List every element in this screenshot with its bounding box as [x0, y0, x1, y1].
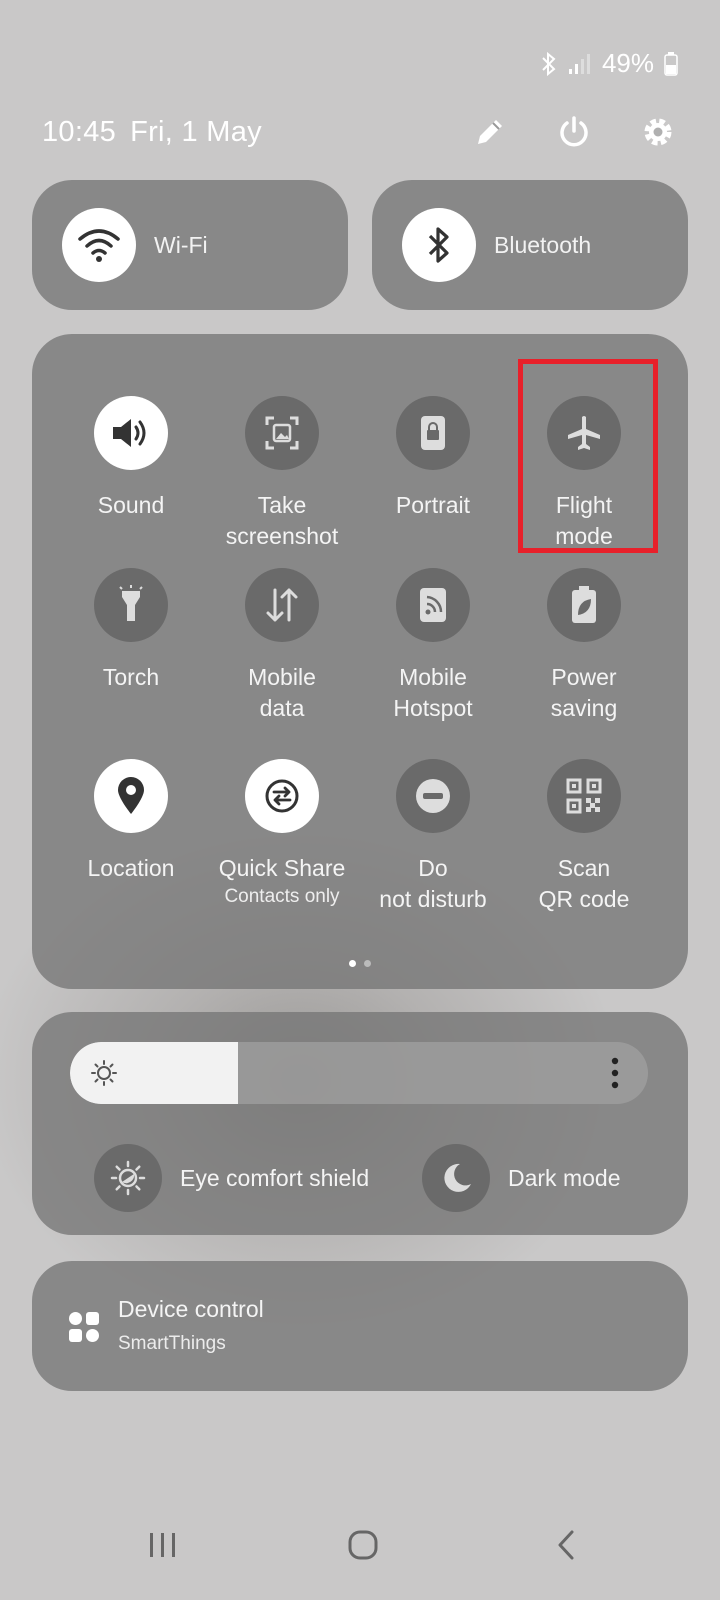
tile-label: Mobile Hotspot: [393, 664, 473, 721]
bluetooth-tile[interactable]: Bluetooth: [372, 180, 688, 310]
hotspot-icon: [396, 568, 470, 642]
back-icon[interactable]: [536, 1525, 596, 1565]
sun-icon: [90, 1059, 118, 1092]
device-control-card[interactable]: Device control SmartThings: [32, 1261, 688, 1391]
home-icon[interactable]: [333, 1525, 393, 1565]
power-icon[interactable]: [554, 112, 594, 152]
portrait-lock-icon: [396, 396, 470, 470]
quick-share-icon: [245, 759, 319, 833]
airplane-icon: [547, 396, 621, 470]
eye-comfort-icon: [94, 1144, 162, 1212]
tile-mobile-hotspot[interactable]: Mobile Hotspot: [358, 568, 508, 724]
tile-do-not-disturb[interactable]: Do not disturb: [358, 759, 508, 915]
wifi-icon: [62, 208, 136, 282]
sound-icon: [94, 396, 168, 470]
moon-icon: [422, 1144, 490, 1212]
battery-percent: 49%: [601, 48, 654, 78]
signal-icon: [568, 53, 592, 75]
tile-torch[interactable]: Torch: [56, 568, 206, 693]
smartthings-icon: [68, 1311, 100, 1348]
mobile-data-icon: [245, 568, 319, 642]
tile-sound[interactable]: Sound: [56, 396, 206, 521]
quick-settings-panel: Sound Take screenshot Portrait Flight mode…: [32, 334, 688, 989]
torch-icon: [94, 568, 168, 642]
recent-apps-icon[interactable]: [133, 1525, 193, 1565]
eye-comfort-label: Eye comfort shield: [180, 1164, 370, 1191]
clock-date: 10:45 Fri, 1 May: [42, 116, 276, 149]
device-control-title: Device control: [118, 1296, 264, 1322]
dark-mode-toggle[interactable]: Dark mode: [422, 1144, 620, 1212]
tile-label: Scan QR code: [538, 855, 630, 912]
page-dot: [364, 960, 371, 967]
edit-icon[interactable]: [470, 112, 510, 152]
tile-label: Power saving: [550, 664, 618, 721]
date-label: Fri, 1 May: [130, 116, 262, 148]
tile-label: Do not disturb: [379, 855, 487, 912]
bluetooth-icon: [540, 51, 558, 77]
qr-code-icon: [547, 759, 621, 833]
page-dot-active: [349, 960, 356, 967]
tile-label: Portrait: [395, 492, 471, 518]
tile-label: Sound: [97, 492, 165, 518]
tile-label: Take screenshot: [225, 492, 339, 549]
tile-mobile-data[interactable]: Mobile data: [207, 568, 357, 724]
battery-icon: [664, 51, 678, 76]
bluetooth-label: Bluetooth: [494, 231, 592, 258]
tile-flight-mode[interactable]: Flight mode: [509, 396, 659, 552]
more-options-icon[interactable]: [610, 1056, 620, 1095]
tile-scan-qr-code[interactable]: Scan QR code: [509, 759, 659, 915]
location-icon: [94, 759, 168, 833]
brightness-slider[interactable]: [70, 1042, 648, 1104]
tile-take-screenshot[interactable]: Take screenshot: [207, 396, 357, 552]
tile-portrait[interactable]: Portrait: [358, 396, 508, 521]
tile-label: Torch: [102, 664, 160, 690]
header-actions: [470, 112, 678, 152]
eye-comfort-shield-toggle[interactable]: Eye comfort shield: [94, 1144, 369, 1212]
dark-mode-label: Dark mode: [508, 1164, 621, 1191]
tile-power-saving[interactable]: Power saving: [509, 568, 659, 724]
tile-sublabel: Contacts only: [224, 886, 340, 907]
bluetooth-tile-icon: [402, 208, 476, 282]
wifi-tile[interactable]: Wi-Fi: [32, 180, 348, 310]
wifi-label: Wi-Fi: [154, 231, 208, 258]
navigation-bar: [0, 1490, 720, 1600]
tile-label: Flight mode: [555, 492, 613, 549]
status-bar: 49%: [540, 48, 678, 79]
clock-time: 10:45: [42, 116, 117, 148]
brightness-panel: Eye comfort shield Dark mode: [32, 1012, 688, 1235]
do-not-disturb-icon: [396, 759, 470, 833]
device-control-subtitle: SmartThings: [118, 1333, 226, 1354]
tile-label: Quick Share: [218, 855, 346, 881]
tile-location[interactable]: Location: [56, 759, 206, 884]
page-indicator: [32, 960, 688, 967]
tile-label: Mobile data: [248, 664, 316, 721]
screenshot-icon: [245, 396, 319, 470]
tile-label: Location: [87, 855, 175, 881]
power-saving-icon: [547, 568, 621, 642]
settings-icon[interactable]: [638, 112, 678, 152]
tile-quick-share[interactable]: Quick Share Contacts only: [207, 759, 357, 908]
